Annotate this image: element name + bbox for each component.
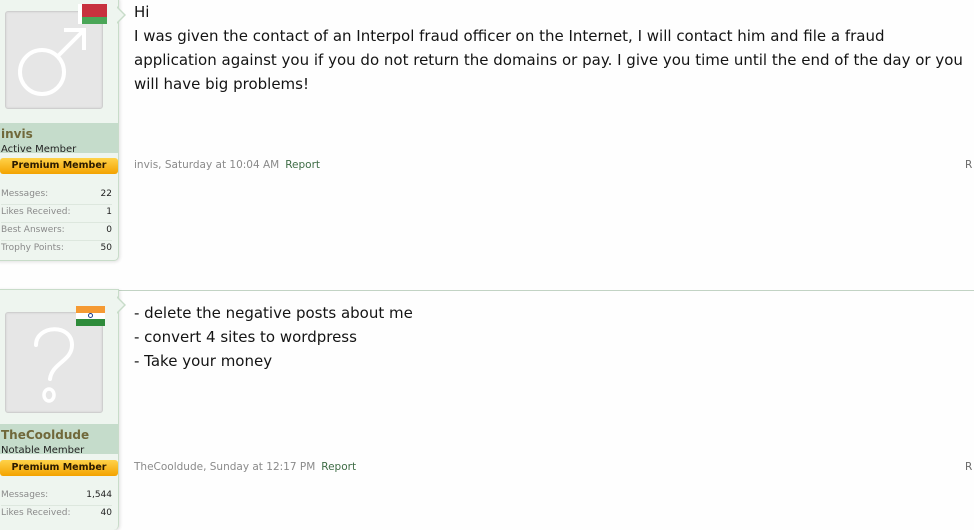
stat-value: 0 (106, 225, 112, 235)
stat-row-best-answers: Best Answers: 0 (1, 223, 112, 241)
post-meta: invis, Saturday at 10:04 AM Report (134, 159, 320, 171)
stat-label: Likes Received: (1, 207, 71, 217)
post-meta: TheCooldude, Sunday at 12:17 PM Report (134, 461, 356, 473)
message-line: - convert 4 sites to wordpress (134, 328, 357, 346)
stat-value: 40 (100, 508, 112, 518)
stat-label: Likes Received: (1, 508, 71, 518)
stat-value: 1 (106, 207, 112, 217)
question-mark-icon (34, 327, 75, 403)
belarus-flag-icon (78, 4, 107, 24)
india-flag-icon (76, 306, 105, 326)
user-title: Active Member (1, 144, 77, 155)
reply-link[interactable]: R (965, 461, 972, 473)
stat-value: 1,544 (86, 490, 112, 500)
stat-row-likes: Likes Received: 1 (1, 205, 112, 223)
stat-label: Trophy Points: (1, 243, 64, 253)
stat-row-trophy-points: Trophy Points: 50 (1, 241, 112, 258)
stat-label: Messages: (1, 490, 49, 500)
post: TheCooldude Notable Member Premium Membe… (0, 289, 974, 530)
premium-badge: Premium Member (0, 158, 118, 174)
message-line: I was given the contact of an Interpol f… (134, 27, 963, 93)
message-line: Hi (134, 3, 150, 21)
speech-arrow (116, 296, 126, 314)
username[interactable]: TheCooldude (1, 428, 89, 442)
stat-row-likes: Likes Received: 40 (1, 506, 112, 523)
message-line: - delete the negative posts about me (134, 304, 413, 322)
message-body: - delete the negative posts about me - c… (134, 301, 970, 373)
avatar[interactable] (5, 11, 103, 109)
report-link[interactable]: Report (285, 159, 320, 171)
stat-label: Best Answers: (1, 225, 65, 235)
message-body: Hi I was given the contact of an Interpo… (134, 0, 970, 96)
stat-value: 22 (100, 189, 112, 199)
stat-label: Messages: (1, 189, 49, 199)
male-symbol-icon (18, 28, 86, 96)
stat-row-messages: Messages: 22 (1, 187, 112, 205)
stat-row-messages: Messages: 1,544 (1, 488, 112, 506)
premium-badge: Premium Member (0, 460, 118, 476)
user-info-card: invis Active Member Premium Member Messa… (0, 0, 119, 261)
reply-link[interactable]: R (965, 159, 972, 171)
user-stats: Messages: 1,544 Likes Received: 40 (1, 488, 112, 523)
message-line: - Take your money (134, 352, 273, 370)
user-stats: Messages: 22 Likes Received: 1 Best Answ… (1, 187, 112, 258)
post: invis Active Member Premium Member Messa… (0, 0, 974, 290)
user-info-card: TheCooldude Notable Member Premium Membe… (0, 289, 119, 530)
post-author-date[interactable]: TheCooldude, Sunday at 12:17 PM (134, 461, 315, 473)
report-link[interactable]: Report (321, 461, 356, 473)
speech-arrow (116, 6, 126, 24)
user-title: Notable Member (1, 445, 85, 456)
stat-value: 50 (100, 243, 112, 253)
post-author-date[interactable]: invis, Saturday at 10:04 AM (134, 159, 279, 171)
avatar[interactable] (5, 312, 103, 413)
username[interactable]: invis (1, 127, 33, 141)
